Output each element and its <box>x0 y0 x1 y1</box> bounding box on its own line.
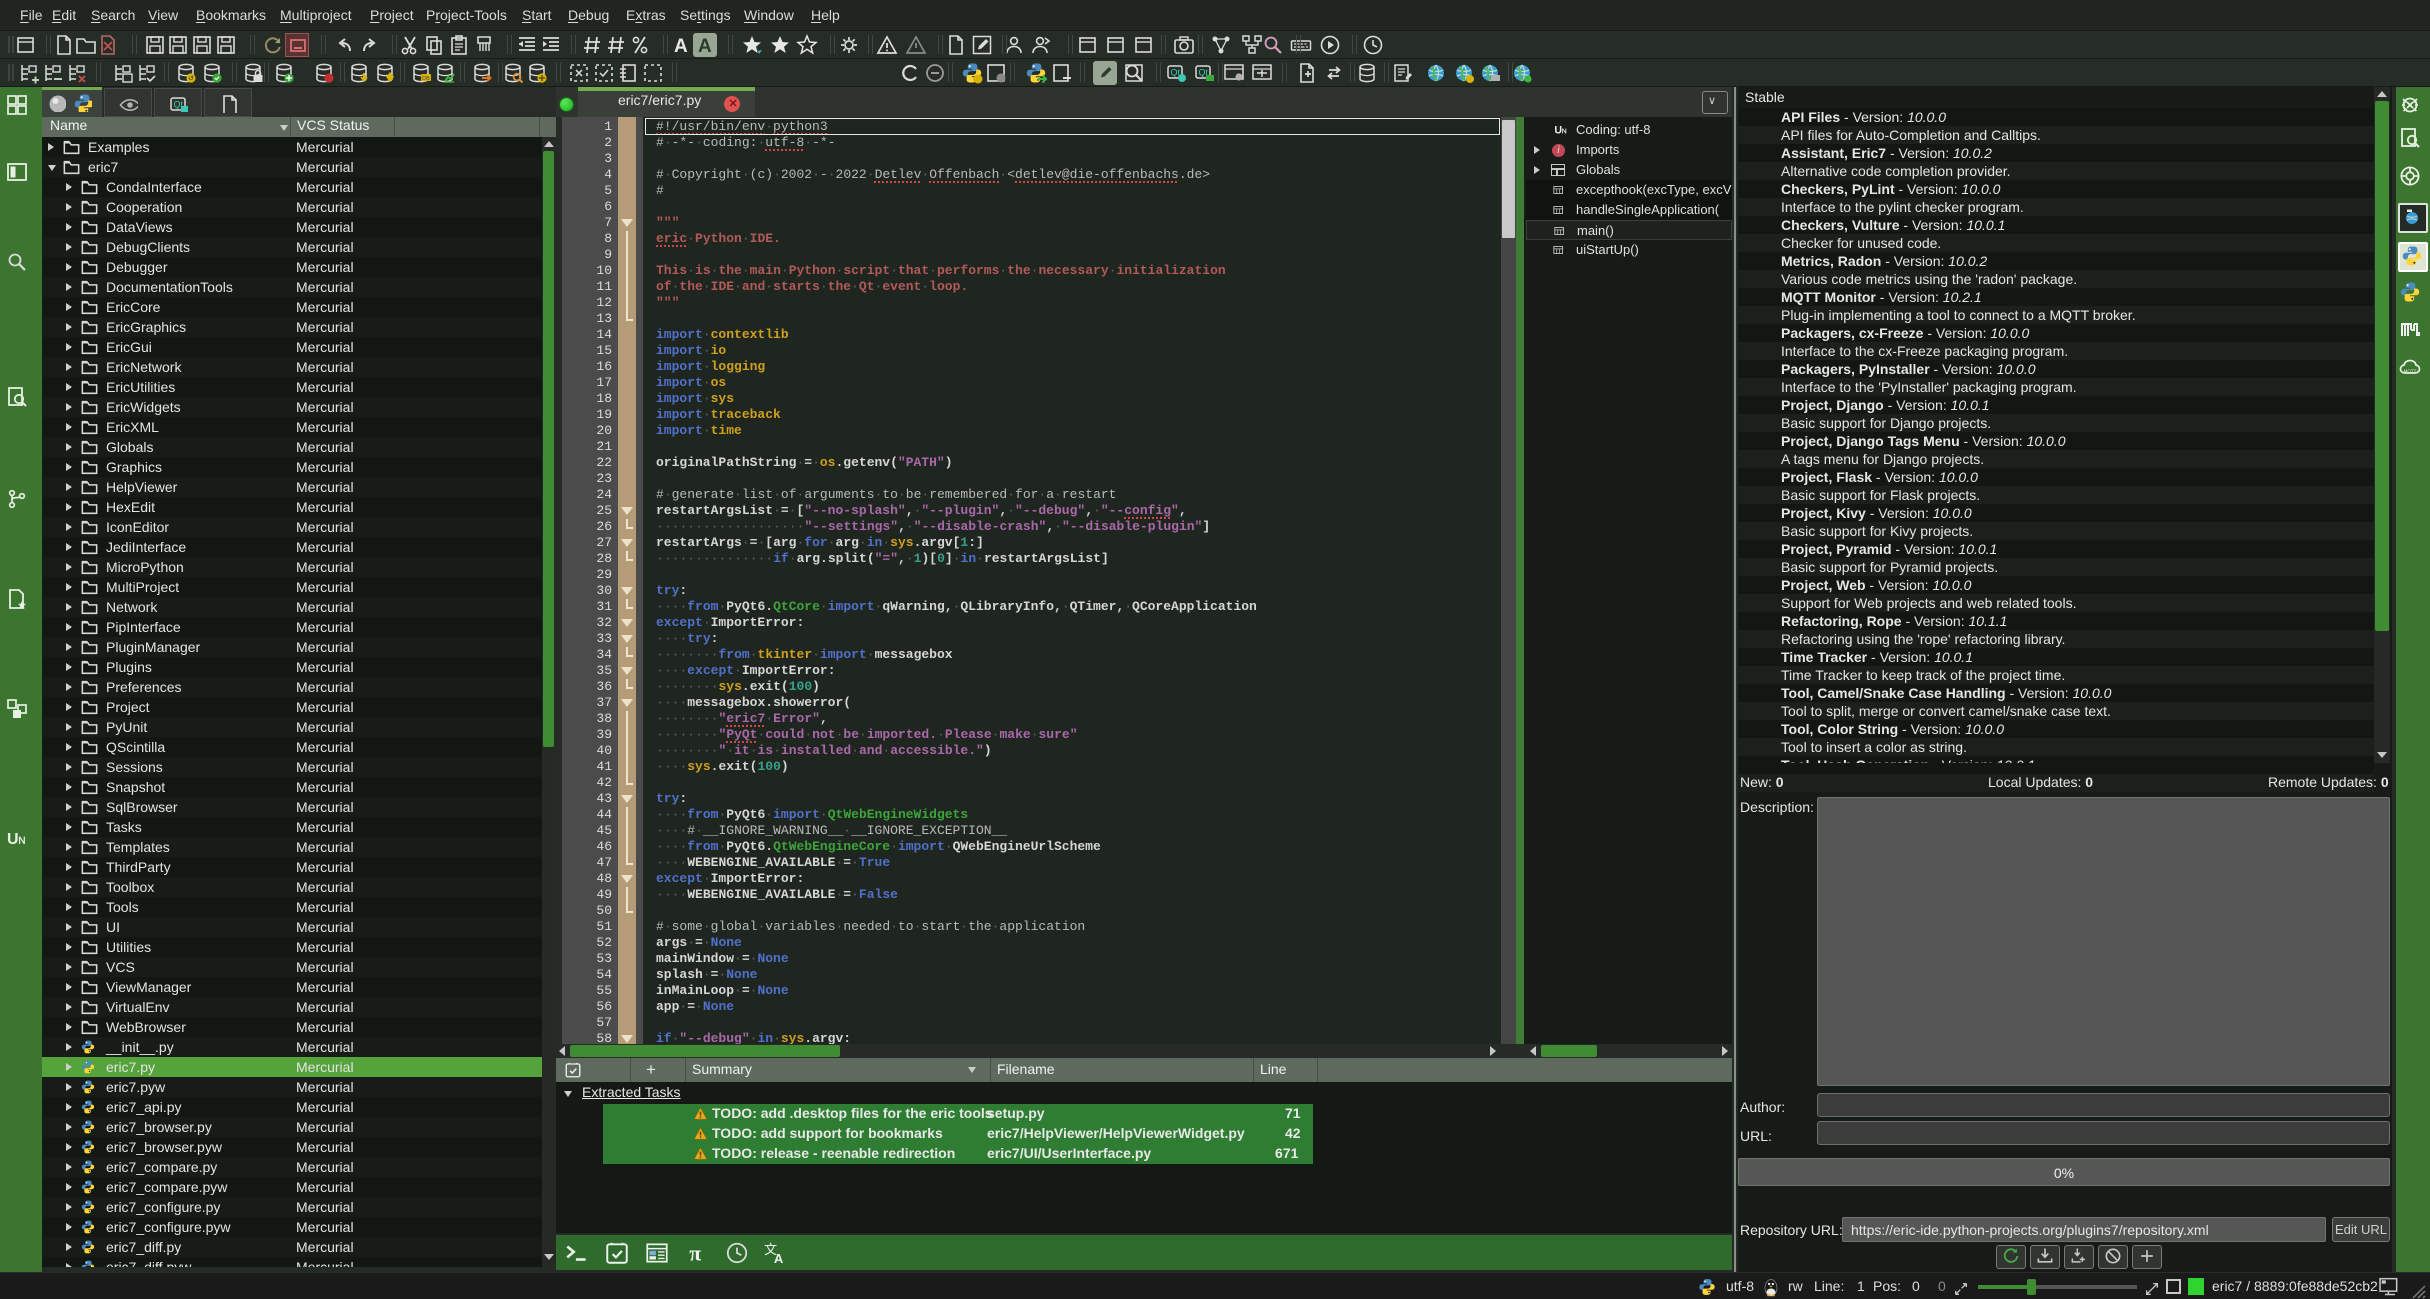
svg-text:DB: DB <box>422 76 430 82</box>
svg-text:↺: ↺ <box>188 76 194 83</box>
svg-text:A: A <box>674 36 688 57</box>
svg-text:A: A <box>698 36 712 57</box>
